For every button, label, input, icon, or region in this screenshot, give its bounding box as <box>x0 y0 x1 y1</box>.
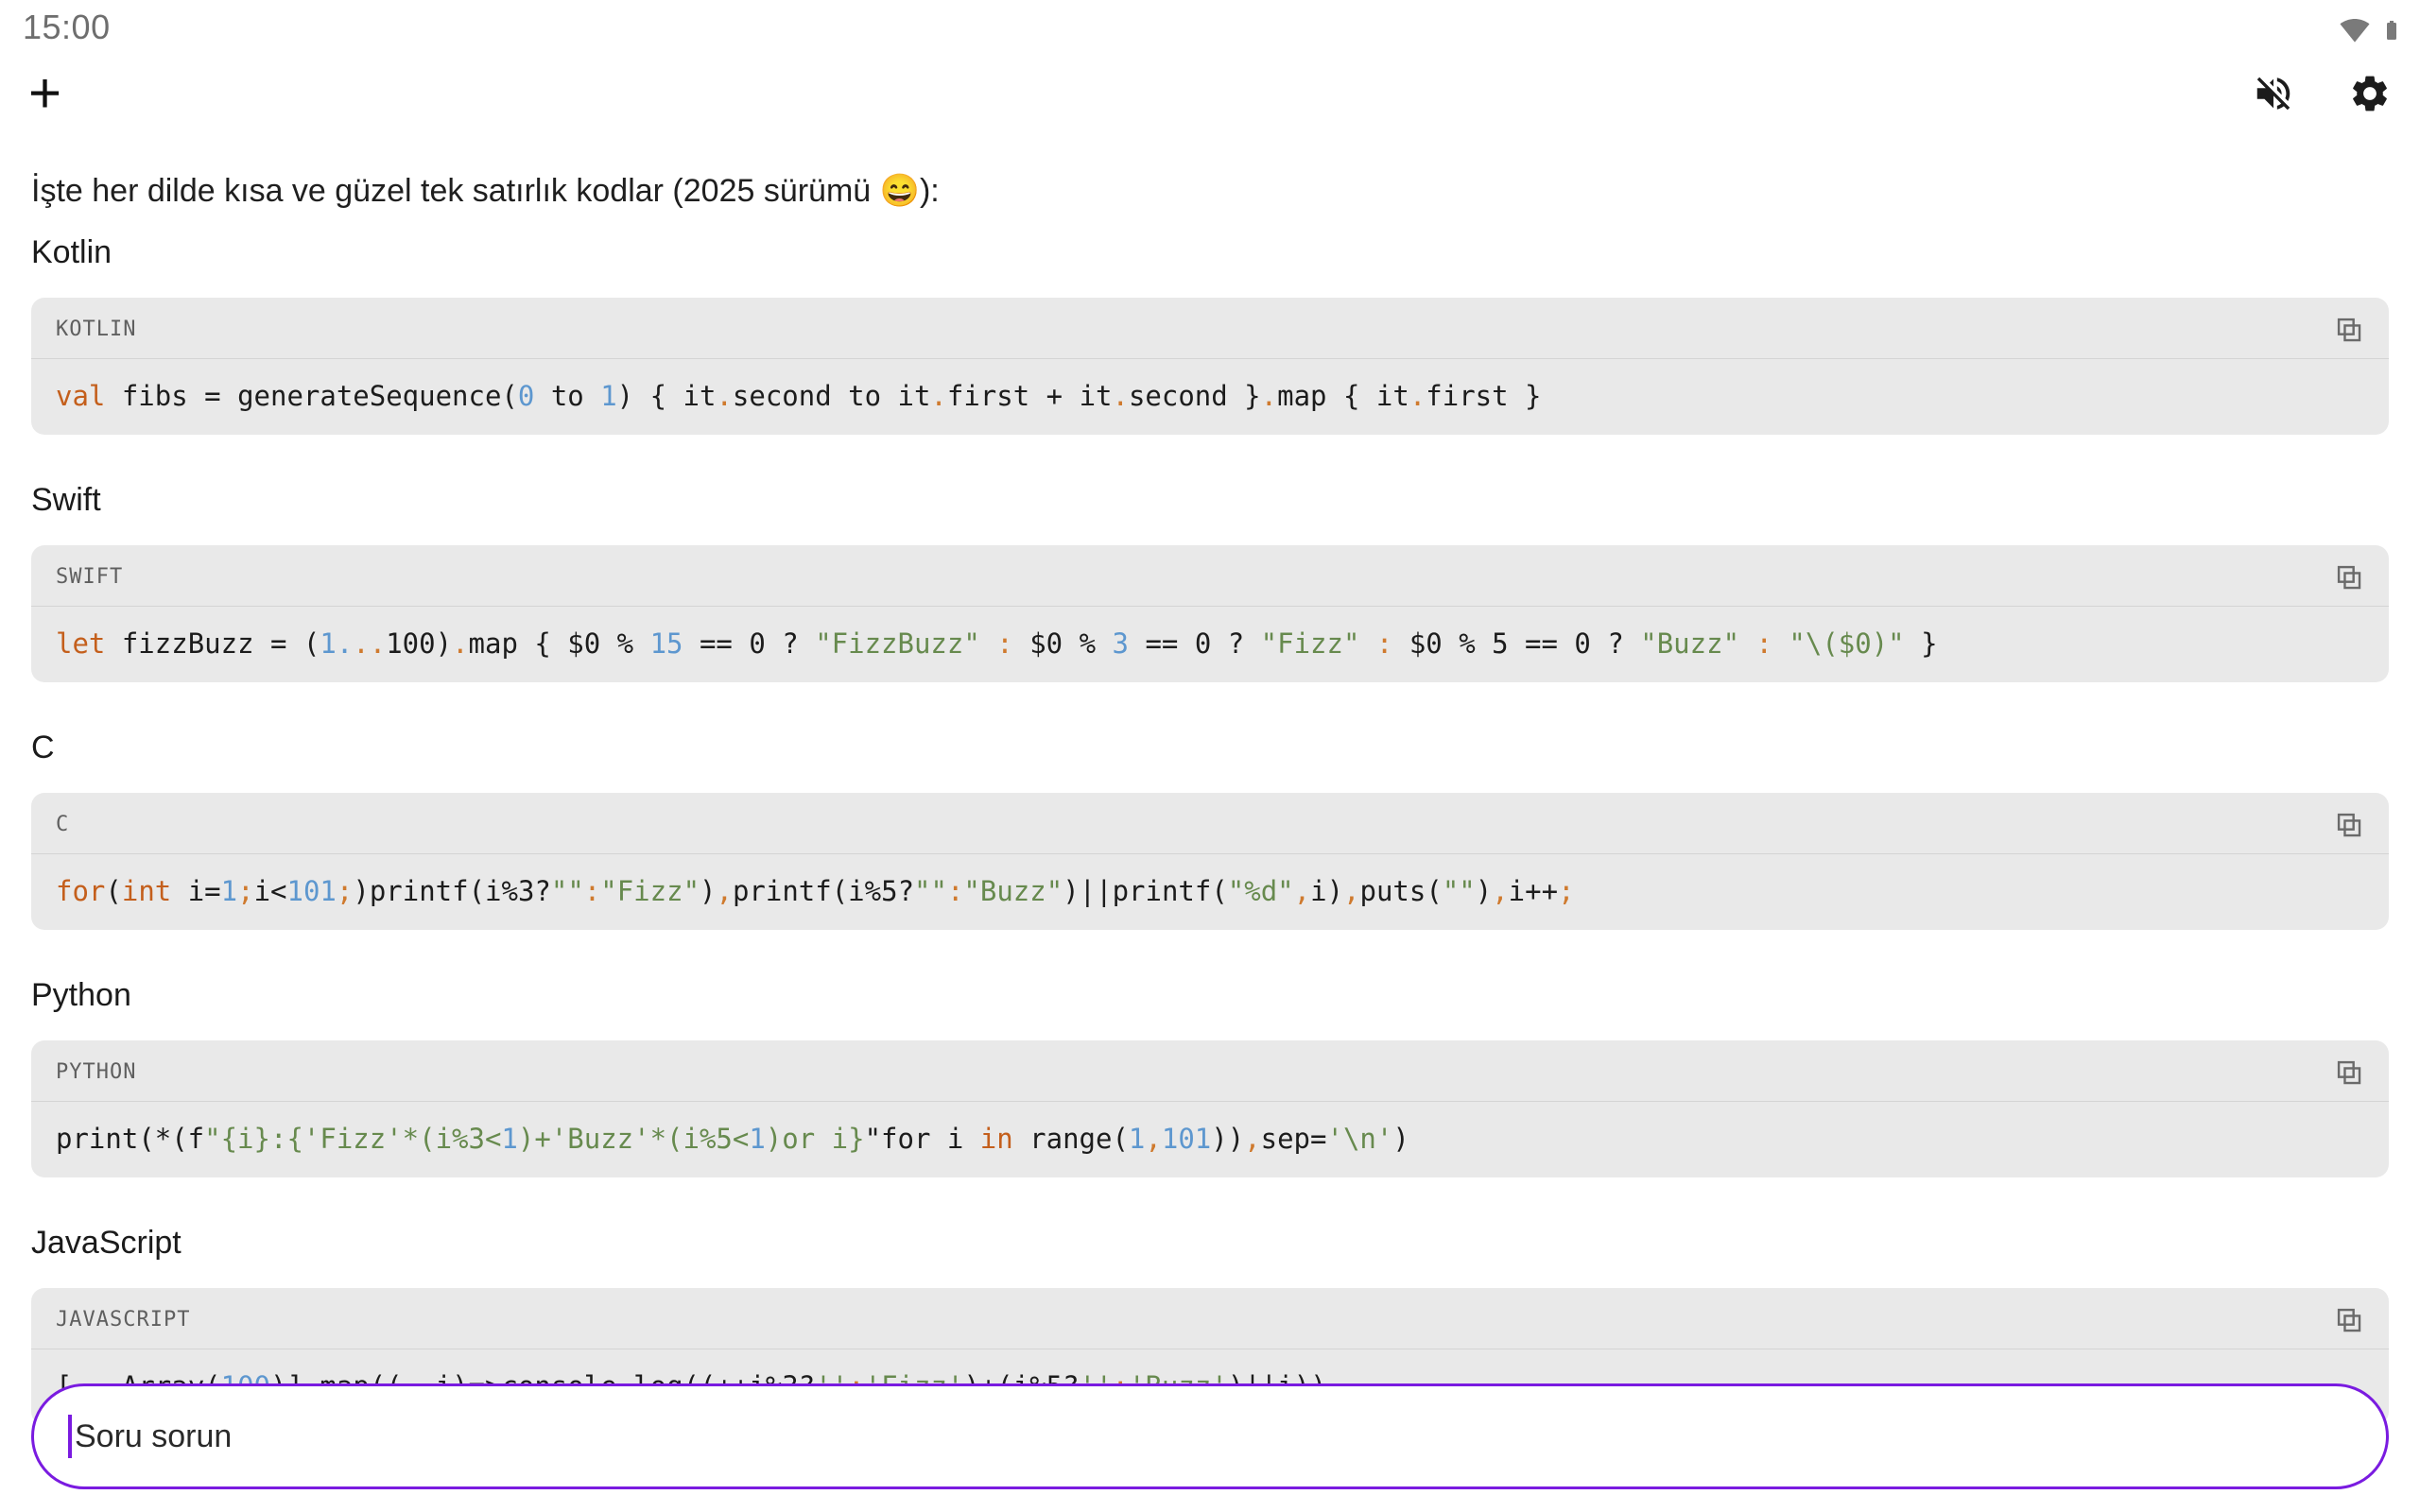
ask-input[interactable]: Soru sorun <box>31 1383 2389 1489</box>
code-block-header: C <box>31 793 2389 854</box>
gear-icon[interactable] <box>2348 72 2392 115</box>
assistant-message-intro: İşte her dilde kısa ve güzel tek satırlı… <box>31 172 2389 210</box>
battery-icon <box>2380 11 2403 49</box>
language-heading: Python <box>31 977 2389 1014</box>
code-line: print(*(f"{i}:{'Fizz'*(i%3<1)+'Buzz'*(i%… <box>31 1102 2389 1177</box>
code-block-python: PYTHON print(*(f"{i}:{'Fizz'*(i%3<1)+'Bu… <box>31 1040 2389 1177</box>
section-c: C C for(int i=1;i<101;)printf(i%3?"":"Fi… <box>31 730 2389 930</box>
app-screen: 15:00 + İşte her dilde kısa ve güzel tek… <box>0 0 2420 1512</box>
copy-icon[interactable] <box>2332 1303 2364 1335</box>
code-block-header: JAVASCRIPT <box>31 1288 2389 1349</box>
code-language-label: C <box>56 813 69 836</box>
code-line: for(int i=1;i<101;)printf(i%3?"":"Fizz")… <box>31 854 2389 930</box>
language-heading: Swift <box>31 482 2389 519</box>
status-bar: 15:00 <box>0 0 2420 53</box>
volume-muted-icon[interactable] <box>2252 72 2295 115</box>
copy-icon[interactable] <box>2332 560 2364 593</box>
code-line: let fizzBuzz = (1...100).map { $0 % 15 =… <box>31 607 2389 682</box>
code-language-label: JAVASCRIPT <box>56 1308 190 1332</box>
language-heading: JavaScript <box>31 1225 2389 1262</box>
code-line: val fibs = generateSequence(0 to 1) { it… <box>31 359 2389 435</box>
ask-input-text: Soru sorun <box>75 1418 232 1455</box>
code-block-header: SWIFT <box>31 545 2389 607</box>
language-heading: C <box>31 730 2389 766</box>
status-time: 15:00 <box>23 8 111 47</box>
input-bar: Soru sorun <box>31 1383 2389 1489</box>
code-language-label: SWIFT <box>56 565 123 589</box>
copy-icon[interactable] <box>2332 1056 2364 1088</box>
toolbar-right <box>2252 72 2392 115</box>
toolbar: + <box>0 53 2420 127</box>
code-block-c: C for(int i=1;i<101;)printf(i%3?"":"Fizz… <box>31 793 2389 930</box>
section-python: Python PYTHON print(*(f"{i}:{'Fizz'*(i%3… <box>31 977 2389 1177</box>
copy-icon[interactable] <box>2332 313 2364 345</box>
code-block-kotlin: KOTLIN val fibs = generateSequence(0 to … <box>31 298 2389 435</box>
copy-icon[interactable] <box>2332 808 2364 840</box>
status-icons <box>2337 8 2403 49</box>
wifi-icon <box>2337 15 2373 45</box>
code-block-swift: SWIFT let fizzBuzz = (1...100).map { $0 … <box>31 545 2389 682</box>
code-block-header: KOTLIN <box>31 298 2389 359</box>
chat-area: İşte her dilde kısa ve güzel tek satırlı… <box>0 172 2420 1425</box>
section-swift: Swift SWIFT let fizzBuzz = (1...100).map… <box>31 482 2389 682</box>
code-language-label: KOTLIN <box>56 318 136 341</box>
text-caret <box>68 1415 72 1458</box>
new-chat-button[interactable]: + <box>28 65 61 122</box>
language-heading: Kotlin <box>31 234 2389 271</box>
code-block-header: PYTHON <box>31 1040 2389 1102</box>
section-kotlin: Kotlin KOTLIN val fibs = generateSequenc… <box>31 234 2389 435</box>
code-language-label: PYTHON <box>56 1060 136 1084</box>
